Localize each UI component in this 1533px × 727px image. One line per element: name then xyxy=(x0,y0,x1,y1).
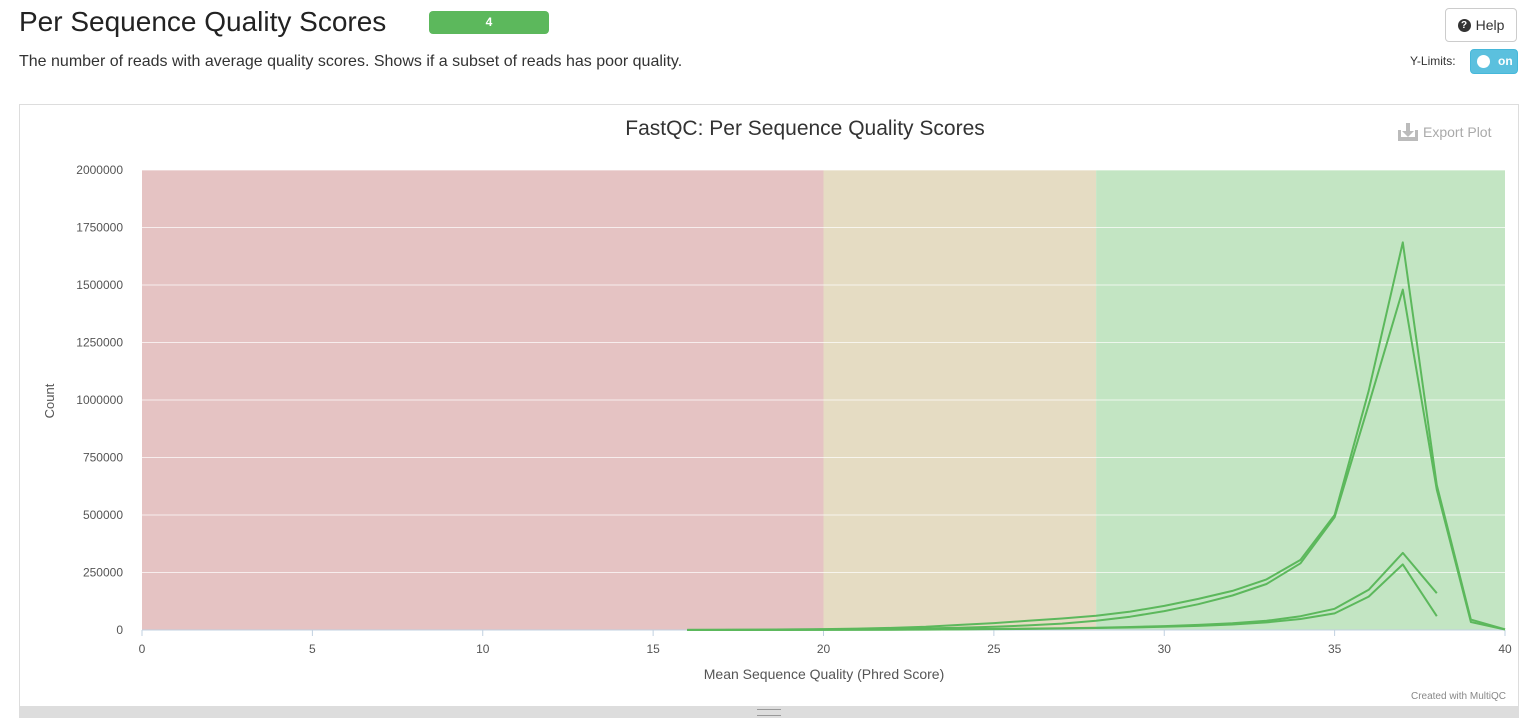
ylimits-toggle[interactable]: on xyxy=(1470,49,1518,74)
chart-title: FastQC: Per Sequence Quality Scores xyxy=(625,117,985,140)
y-tick-label: 2000000 xyxy=(76,163,123,177)
y-tick-label: 1250000 xyxy=(76,336,123,350)
plot-container: FastQC: Per Sequence Quality Scores Expo… xyxy=(19,104,1519,708)
toggle-knob xyxy=(1477,55,1490,68)
ylimits-label: Y-Limits: xyxy=(1410,54,1456,68)
x-tick-label: 0 xyxy=(139,642,146,656)
x-axis-label: Mean Sequence Quality (Phred Score) xyxy=(704,666,944,682)
x-tick-label: 25 xyxy=(987,642,1001,656)
status-badge[interactable]: 4 xyxy=(429,11,549,34)
grip-icon xyxy=(757,709,781,716)
y-tick-label: 1750000 xyxy=(76,221,123,235)
y-axis-label: Count xyxy=(42,383,57,418)
x-tick-label: 35 xyxy=(1328,642,1342,656)
x-tick-label: 30 xyxy=(1158,642,1172,656)
question-circle-icon: ? xyxy=(1457,18,1471,32)
y-tick-label: 500000 xyxy=(83,508,123,522)
export-plot-button[interactable]: Export Plot xyxy=(1398,123,1492,141)
help-label: Help xyxy=(1475,17,1505,33)
page-title: Per Sequence Quality Scores xyxy=(19,6,387,37)
x-tick-label: 15 xyxy=(646,642,660,656)
created-with-credit: Created with MultiQC xyxy=(1411,691,1506,702)
y-tick-label: 1500000 xyxy=(76,278,123,292)
plot-resize-handle[interactable] xyxy=(19,706,1519,718)
y-tick-label: 1000000 xyxy=(76,393,123,407)
toggle-state-label: on xyxy=(1498,54,1513,68)
x-tick-label: 20 xyxy=(817,642,831,656)
y-tick-label: 0 xyxy=(116,623,123,637)
y-tick-label: 750000 xyxy=(83,451,123,465)
download-icon xyxy=(1398,123,1418,141)
x-tick-label: 5 xyxy=(309,642,316,656)
x-tick-label: 10 xyxy=(476,642,490,656)
export-plot-label: Export Plot xyxy=(1423,124,1492,140)
help-button[interactable]: ? Help xyxy=(1445,8,1517,42)
x-tick-label: 40 xyxy=(1498,642,1512,656)
line-chart: FastQC: Per Sequence Quality Scores Expo… xyxy=(42,117,1512,702)
y-tick-label: 250000 xyxy=(83,566,123,580)
section-description: The number of reads with average quality… xyxy=(19,53,683,70)
